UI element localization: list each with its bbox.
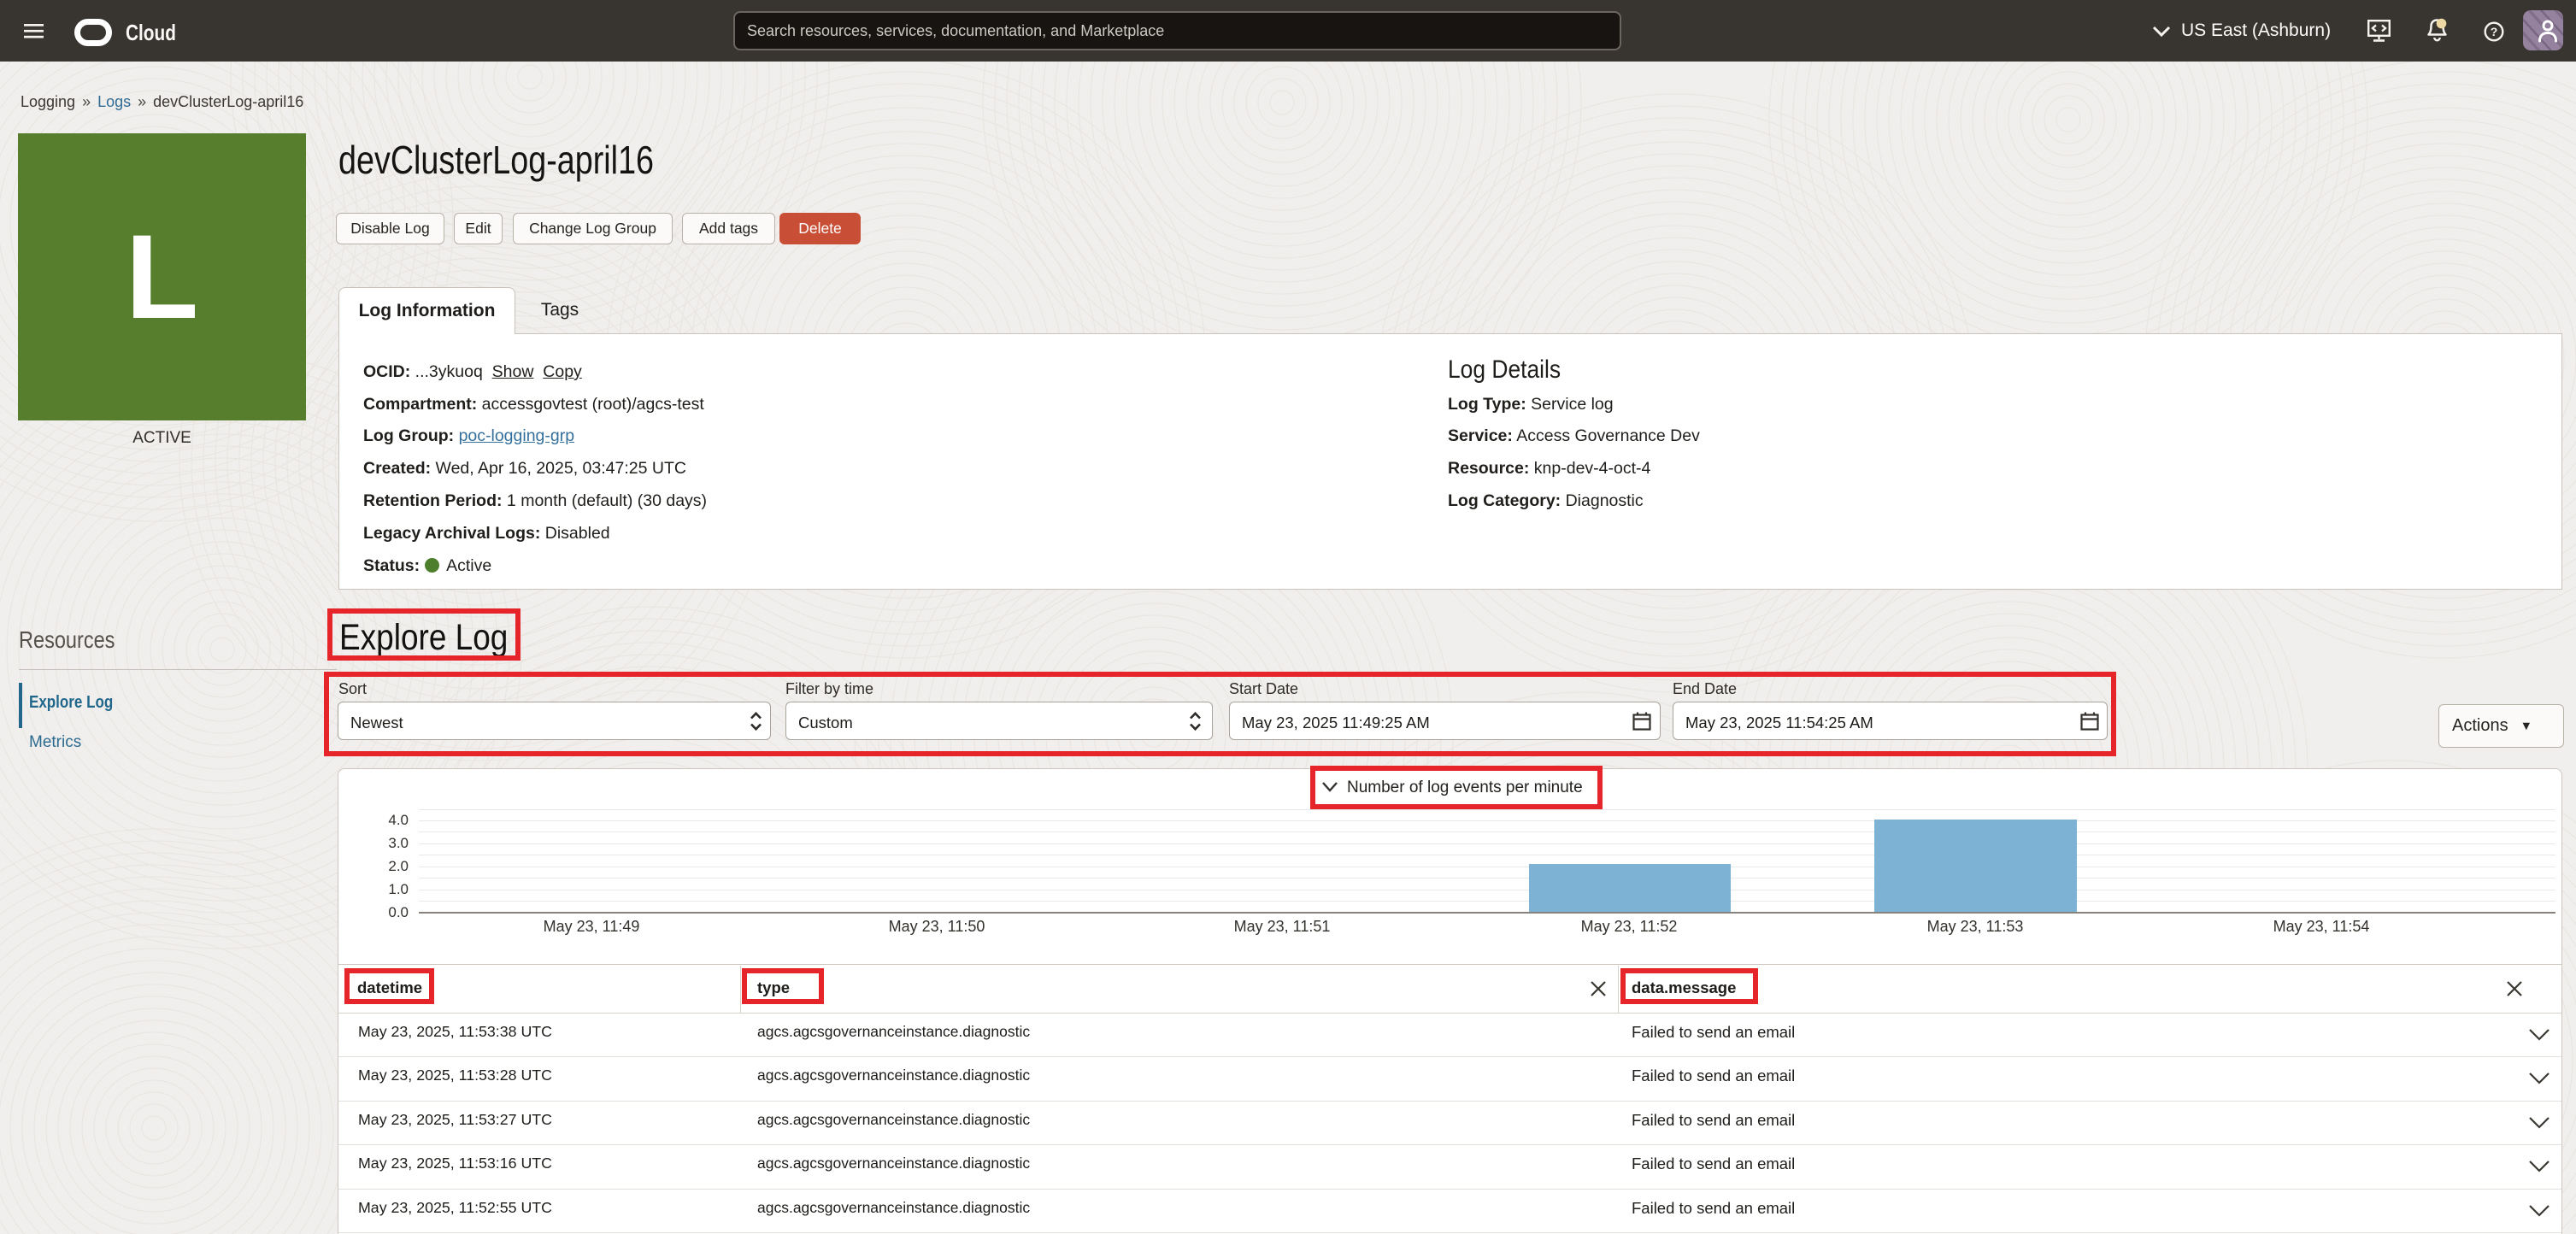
svg-text:?: ?	[2491, 25, 2498, 38]
